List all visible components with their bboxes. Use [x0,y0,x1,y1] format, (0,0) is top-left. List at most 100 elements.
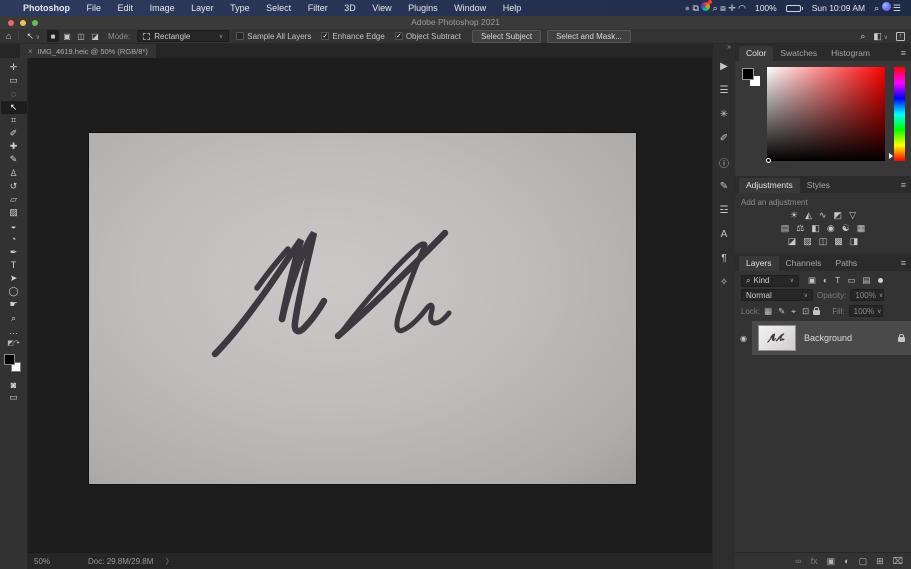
tab-adjustments[interactable]: Adjustments [739,178,800,193]
display-icon[interactable]: ⧉ [692,3,698,13]
menu-item[interactable]: View [365,3,398,13]
healing-brush-tool[interactable]: ✚ [1,140,27,153]
media-app-icon[interactable] [701,0,713,11]
tab-color[interactable]: Color [739,46,774,61]
move-tool[interactable]: ✛ [1,61,27,74]
paragraph-panel-icon[interactable]: ¶ [713,246,736,270]
photo-filter-icon[interactable]: ◉ [827,223,835,234]
picker-foreground-swatch[interactable] [742,68,754,80]
panel-menu-icon[interactable]: ≡ [901,258,906,268]
wifi-icon[interactable]: ◠ [738,3,746,13]
layer-effects-icon[interactable]: fx [811,556,818,567]
selective-color-icon[interactable]: ◨ [850,236,859,247]
hue-saturation-icon[interactable]: ▤ [781,223,790,234]
character-panel-icon[interactable]: A [713,222,736,246]
menu-item[interactable]: Photoshop [16,3,77,13]
fill-dropdown[interactable]: 100% ∨ [848,305,883,317]
tool-presets-panel-icon[interactable]: ☲ [713,198,736,222]
tab-swatches[interactable]: Swatches [773,46,824,61]
new-adjustment-layer-icon[interactable]: ◐ [844,556,849,567]
select-and-mask-button[interactable]: Select and Mask... [547,29,631,43]
menu-item[interactable]: Window [447,3,493,13]
control-center-icon[interactable]: ☰ [893,3,901,13]
filter-shape-layers-icon[interactable]: ▭ [847,275,855,286]
share-icon[interactable]: ↑ [896,31,905,41]
filter-smart-objects-icon[interactable]: ▤ [862,275,870,286]
clone-source-panel-icon[interactable]: ✧ [713,270,736,294]
object-selection-tool[interactable]: ↖ [0,100,27,114]
panel-menu-icon[interactable]: ≡ [901,180,906,190]
filter-adjustment-layers-icon[interactable]: ◐ [823,275,828,286]
menu-item[interactable]: File [80,3,109,13]
brush-settings-panel-icon[interactable]: ✳ [713,102,736,126]
hue-slider-marker[interactable] [889,153,893,159]
new-layer-icon[interactable]: ⊞ [876,556,884,567]
vibrance-icon[interactable]: ▽ [849,210,856,221]
menu-item[interactable]: Type [223,3,257,13]
layer-visibility-icon[interactable]: ◉ [735,334,752,343]
lock-position-icon[interactable]: ⌖ [791,306,796,317]
crop-tool[interactable]: ⌗ [1,114,27,127]
hue-slider[interactable] [889,67,905,161]
filter-type-layers-icon[interactable]: T [835,275,840,286]
path-selection-tool[interactable]: ➤ [1,272,27,285]
gradient-tool[interactable]: ▨ [1,206,27,219]
menu-item[interactable]: Select [259,3,298,13]
new-selection-button[interactable]: ■ [47,30,60,42]
eraser-tool[interactable]: ▱ [1,193,27,206]
filter-pixel-layers-icon[interactable]: ▣ [808,275,816,286]
object-subtract-checkbox[interactable]: Object Subtract [394,32,461,41]
intersect-selection-button[interactable]: ◪ [89,30,101,42]
enhance-edge-checkbox[interactable]: Enhance Edge [321,32,385,41]
properties-panel-icon[interactable]: ☰ [713,78,736,102]
document-image[interactable] [89,133,636,484]
zoom-level-field[interactable]: 50% [34,557,50,566]
collapse-panels-icon[interactable]: » [727,44,735,54]
tab-layers[interactable]: Layers [739,256,779,271]
document-tab[interactable]: × IMG_4619.heic @ 50% (RGB/8*) [20,44,156,58]
select-subject-button[interactable]: Select Subject [471,29,542,43]
hand-tool[interactable]: ☛ [1,298,27,311]
color-lookup-icon[interactable]: ▦ [857,223,866,234]
layer-thumbnail[interactable] [758,325,796,351]
color-balance-icon[interactable]: ⚖ [796,223,804,234]
delete-layer-icon[interactable]: ⌧ [893,556,903,567]
layer-filter-dropdown[interactable]: ⌕ Kind ∨ [741,274,799,287]
quick-mask-button[interactable]: ◙ [1,378,27,391]
black-white-icon[interactable]: ◧ [811,223,820,234]
dodge-tool[interactable]: ◔ [1,232,27,245]
siri-icon[interactable] [881,2,891,11]
curves-icon[interactable]: ∿ [819,210,827,221]
opacity-dropdown[interactable]: 100% ∨ [850,289,885,301]
canvas-pasteboard[interactable] [28,58,712,552]
menu-item[interactable]: Help [496,3,529,13]
edit-toolbar-button[interactable]: … [1,325,27,338]
gradient-map-icon[interactable]: ▩ [834,236,843,247]
actions-panel-icon[interactable]: ▶ [713,54,736,78]
document-size-readout[interactable]: Doc: 29.8M/29.8M [88,557,153,566]
tab-histogram[interactable]: Histogram [824,46,877,61]
default-colors-icon[interactable]: ◩↷ [1,338,27,348]
saturation-brightness-field[interactable] [766,67,885,163]
filter-toggle-icon[interactable] [878,278,884,283]
invert-icon[interactable]: ◪ [788,236,797,247]
brushes-panel-icon[interactable]: ✐ [713,126,736,150]
color-field-marker[interactable] [766,158,771,163]
status-chevron-icon[interactable]: 〉 [165,556,173,567]
new-group-icon[interactable]: ▢ [859,556,868,567]
notes-panel-icon[interactable]: ✎ [713,174,736,198]
shape-tool[interactable]: ◯ [1,285,27,298]
blur-tool[interactable]: ◒ [1,219,27,232]
clone-stamp-tool[interactable]: ♙ [1,167,27,180]
eyedropper-tool[interactable]: ✐ [1,127,27,140]
add-selection-button[interactable]: ▣ [61,30,73,42]
keyboard-access-icon[interactable]: ✛ [728,3,736,13]
threshold-icon[interactable]: ◫ [819,236,828,247]
info-panel-icon[interactable]: ⓘ [713,150,736,174]
home-icon[interactable]: ⌂ [6,31,11,41]
channel-mixer-icon[interactable]: ☯ [842,223,850,234]
sample-all-layers-checkbox[interactable]: Sample All Layers [236,32,311,41]
search-icon[interactable]: ⌕ [860,31,865,42]
lasso-tool[interactable]: ◌ [1,87,27,100]
menu-item[interactable]: Edit [111,3,141,13]
